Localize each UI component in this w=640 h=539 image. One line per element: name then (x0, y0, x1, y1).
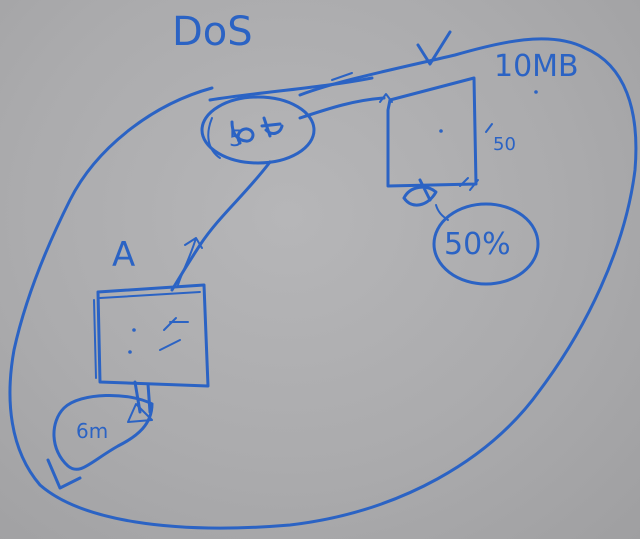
title-label: DoS (172, 9, 253, 55)
dos-diagram-sketch: DoS A 10MB 50 50% 6m 5 (8, 9, 638, 530)
whiteboard: DoS A 10MB 50 50% 6m 5 (0, 0, 640, 539)
box-a-top-line (99, 291, 201, 299)
attacker-label: 5 (229, 127, 243, 152)
box-a-left-detail (93, 299, 97, 379)
attacker-scribble-2 (260, 116, 284, 138)
b-small-label: 50 (493, 134, 516, 155)
box-b (386, 76, 478, 188)
node-b-label: 10MB (494, 49, 579, 84)
link-attacker-to-b (298, 96, 386, 120)
box-b-dot (439, 129, 443, 133)
v-mark (416, 30, 452, 66)
b-label-dot (534, 90, 538, 94)
link-attacker-to-a (170, 160, 272, 292)
b-label-tick (485, 123, 493, 133)
attacker-circle (200, 95, 316, 165)
box-a-dot-1 (132, 328, 136, 332)
box-a (96, 283, 210, 388)
loop-top-edge (208, 76, 374, 102)
box-a-marks (159, 317, 189, 351)
box-a-dot-2 (128, 350, 132, 354)
b-percent-label: 50% (444, 227, 511, 262)
b-load-connector (435, 204, 449, 221)
box-b-arrow (379, 93, 393, 103)
node-a-label: A (112, 235, 135, 275)
a-bandwidth-label: 6m (76, 419, 108, 443)
